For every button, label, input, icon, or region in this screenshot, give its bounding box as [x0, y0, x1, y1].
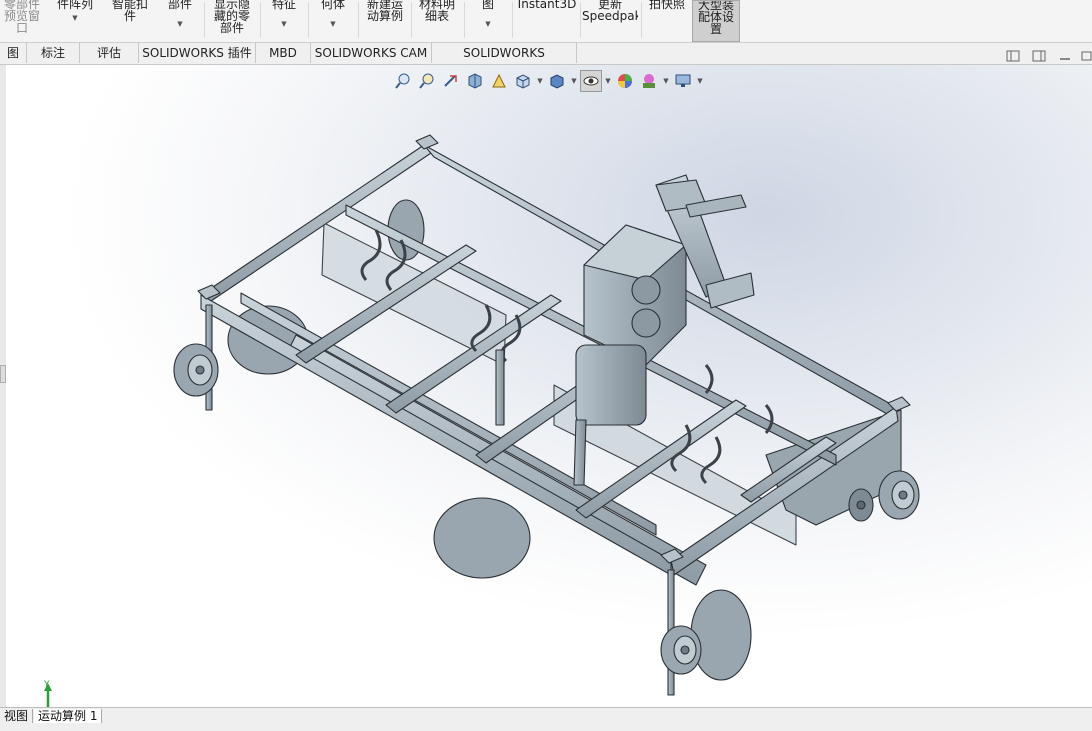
- button-label: 件: [123, 9, 136, 23]
- chevron-down-icon[interactable]: ▼: [696, 77, 704, 85]
- axis-y-label: Y: [43, 680, 50, 690]
- preview-window-button[interactable]: 零部件 预览窗 口: [0, 0, 44, 40]
- button-label: 口: [15, 21, 28, 35]
- button-label: 置: [709, 22, 722, 36]
- view-orientation-icon[interactable]: [512, 70, 534, 92]
- support-post: [495, 349, 505, 426]
- button-label: 拍快照: [648, 0, 685, 11]
- chevron-down-icon[interactable]: ▼: [468, 18, 508, 30]
- edit-appearance-icon[interactable]: [614, 70, 636, 92]
- zoom-to-fit-icon[interactable]: [392, 70, 414, 92]
- bottom-tab-bar: 视图 运动算例 1: [0, 707, 1092, 731]
- graphics-viewport[interactable]: Y X Z: [6, 65, 1092, 707]
- button-label: 部件: [219, 21, 244, 35]
- rotary-tiller-model[interactable]: [6, 65, 1092, 707]
- ribbon-separator: [260, 2, 261, 38]
- collapse-right-icon[interactable]: [1032, 50, 1046, 62]
- chevron-down-icon[interactable]: ▼: [570, 77, 578, 85]
- assembly-features-button[interactable]: 特征 ▼: [264, 0, 304, 40]
- new-motion-study-button[interactable]: 新建运 动算例: [362, 0, 408, 40]
- ribbon-separator: [358, 2, 359, 38]
- linear-pattern-button[interactable]: 件阵列 ▼: [50, 0, 100, 40]
- reference-triad: Y X Z: [43, 680, 52, 707]
- zoom-to-area-icon[interactable]: [416, 70, 438, 92]
- button-label: 细表: [424, 9, 449, 23]
- tab-mbd[interactable]: MBD: [256, 43, 311, 63]
- command-manager-tabs: 图 标注 评估 SOLIDWORKS 插件 MBD SOLIDWORKS CAM…: [0, 43, 1092, 80]
- button-label: 件阵列: [56, 0, 93, 11]
- ribbon-separator: [641, 2, 642, 38]
- ribbon-separator: [308, 2, 309, 38]
- button-label: 图: [481, 0, 494, 11]
- disc-blade: [433, 497, 531, 579]
- chevron-down-icon[interactable]: ▼: [50, 12, 100, 24]
- ribbon-separator: [204, 2, 205, 38]
- large-assembly-settings-button[interactable]: 大型装 配体设 置: [692, 0, 740, 42]
- section-view-icon[interactable]: [464, 70, 486, 92]
- tab-evaluate[interactable]: 评估: [80, 43, 139, 63]
- display-style-icon[interactable]: [546, 70, 568, 92]
- bill-of-materials-button[interactable]: 材料明 细表: [414, 0, 460, 40]
- collapse-left-icon[interactable]: [1006, 50, 1020, 62]
- corner-plate: [415, 134, 439, 150]
- ribbon-separator: [411, 2, 412, 38]
- button-label: 部件: [167, 0, 192, 11]
- ribbon-separator: [580, 2, 581, 38]
- support-post: [573, 419, 587, 486]
- button-label: Instant3D: [517, 0, 577, 11]
- apply-scene-icon[interactable]: [638, 70, 660, 92]
- tab-solidworks-addins[interactable]: SOLIDWORKS 插件: [139, 43, 256, 63]
- exploded-view-button[interactable]: 图 ▼: [468, 0, 508, 40]
- button-label: 特征: [271, 0, 296, 11]
- show-hidden-components-button[interactable]: 显示隐 藏的零 部件: [208, 0, 256, 40]
- smart-fasteners-button[interactable]: 智能扣 件: [106, 0, 154, 40]
- component-button[interactable]: 部件 ▼: [160, 0, 200, 40]
- button-label: 何体: [320, 0, 345, 11]
- tab-model-view[interactable]: 视图: [0, 709, 34, 723]
- view-settings-icon[interactable]: [672, 70, 694, 92]
- gearbox-cover: [631, 308, 661, 338]
- hide-show-items-icon[interactable]: [580, 70, 602, 92]
- gauge-wheel: [173, 343, 219, 397]
- ribbon-separator: [512, 2, 513, 38]
- tab-motion-study-1[interactable]: 运动算例 1: [34, 709, 103, 723]
- chevron-down-icon[interactable]: ▼: [662, 77, 670, 85]
- minimize-icon[interactable]: [1058, 50, 1072, 62]
- instant3d-button[interactable]: Instant3D: [516, 0, 578, 40]
- chevron-down-icon[interactable]: ▼: [312, 18, 354, 30]
- reference-geometry-button[interactable]: 何体 ▼: [312, 0, 354, 40]
- heads-up-view-toolbar: ▼ ▼ ▼ ▼ ▼: [392, 70, 704, 92]
- chevron-down-icon[interactable]: ▼: [264, 18, 304, 30]
- command-manager-ribbon: 零部件 预览窗 口 件阵列 ▼ 智能扣 件 部件 ▼ 显示隐 藏的零 部件 特征…: [0, 0, 1092, 43]
- button-label: Speedpak: [582, 9, 638, 23]
- gearbox-cover: [631, 275, 661, 305]
- chevron-down-icon[interactable]: ▼: [536, 77, 544, 85]
- previous-view-icon[interactable]: [440, 70, 462, 92]
- dynamic-annotation-icon[interactable]: [488, 70, 510, 92]
- tab-view[interactable]: 图: [0, 43, 27, 63]
- chevron-down-icon[interactable]: ▼: [160, 18, 200, 30]
- gauge-wheel: [878, 470, 920, 520]
- chevron-down-icon[interactable]: ▼: [604, 77, 612, 85]
- take-snapshot-button[interactable]: 拍快照: [644, 0, 690, 40]
- button-label: 动算例: [366, 9, 403, 23]
- update-speedpak-button[interactable]: 更新 Speedpak: [582, 0, 638, 40]
- tab-solidworks-cam[interactable]: SOLIDWORKS CAM: [311, 43, 432, 63]
- restore-icon[interactable]: [1080, 50, 1092, 62]
- gauge-wheel: [660, 625, 702, 675]
- gear-housing: [575, 344, 647, 426]
- tab-solidworks-inspection[interactable]: SOLIDWORKS Inspection: [432, 43, 577, 80]
- disc-blade: [690, 589, 752, 681]
- side-hub: [848, 488, 874, 522]
- tab-markup[interactable]: 标注: [27, 43, 80, 63]
- ribbon-separator: [464, 2, 465, 38]
